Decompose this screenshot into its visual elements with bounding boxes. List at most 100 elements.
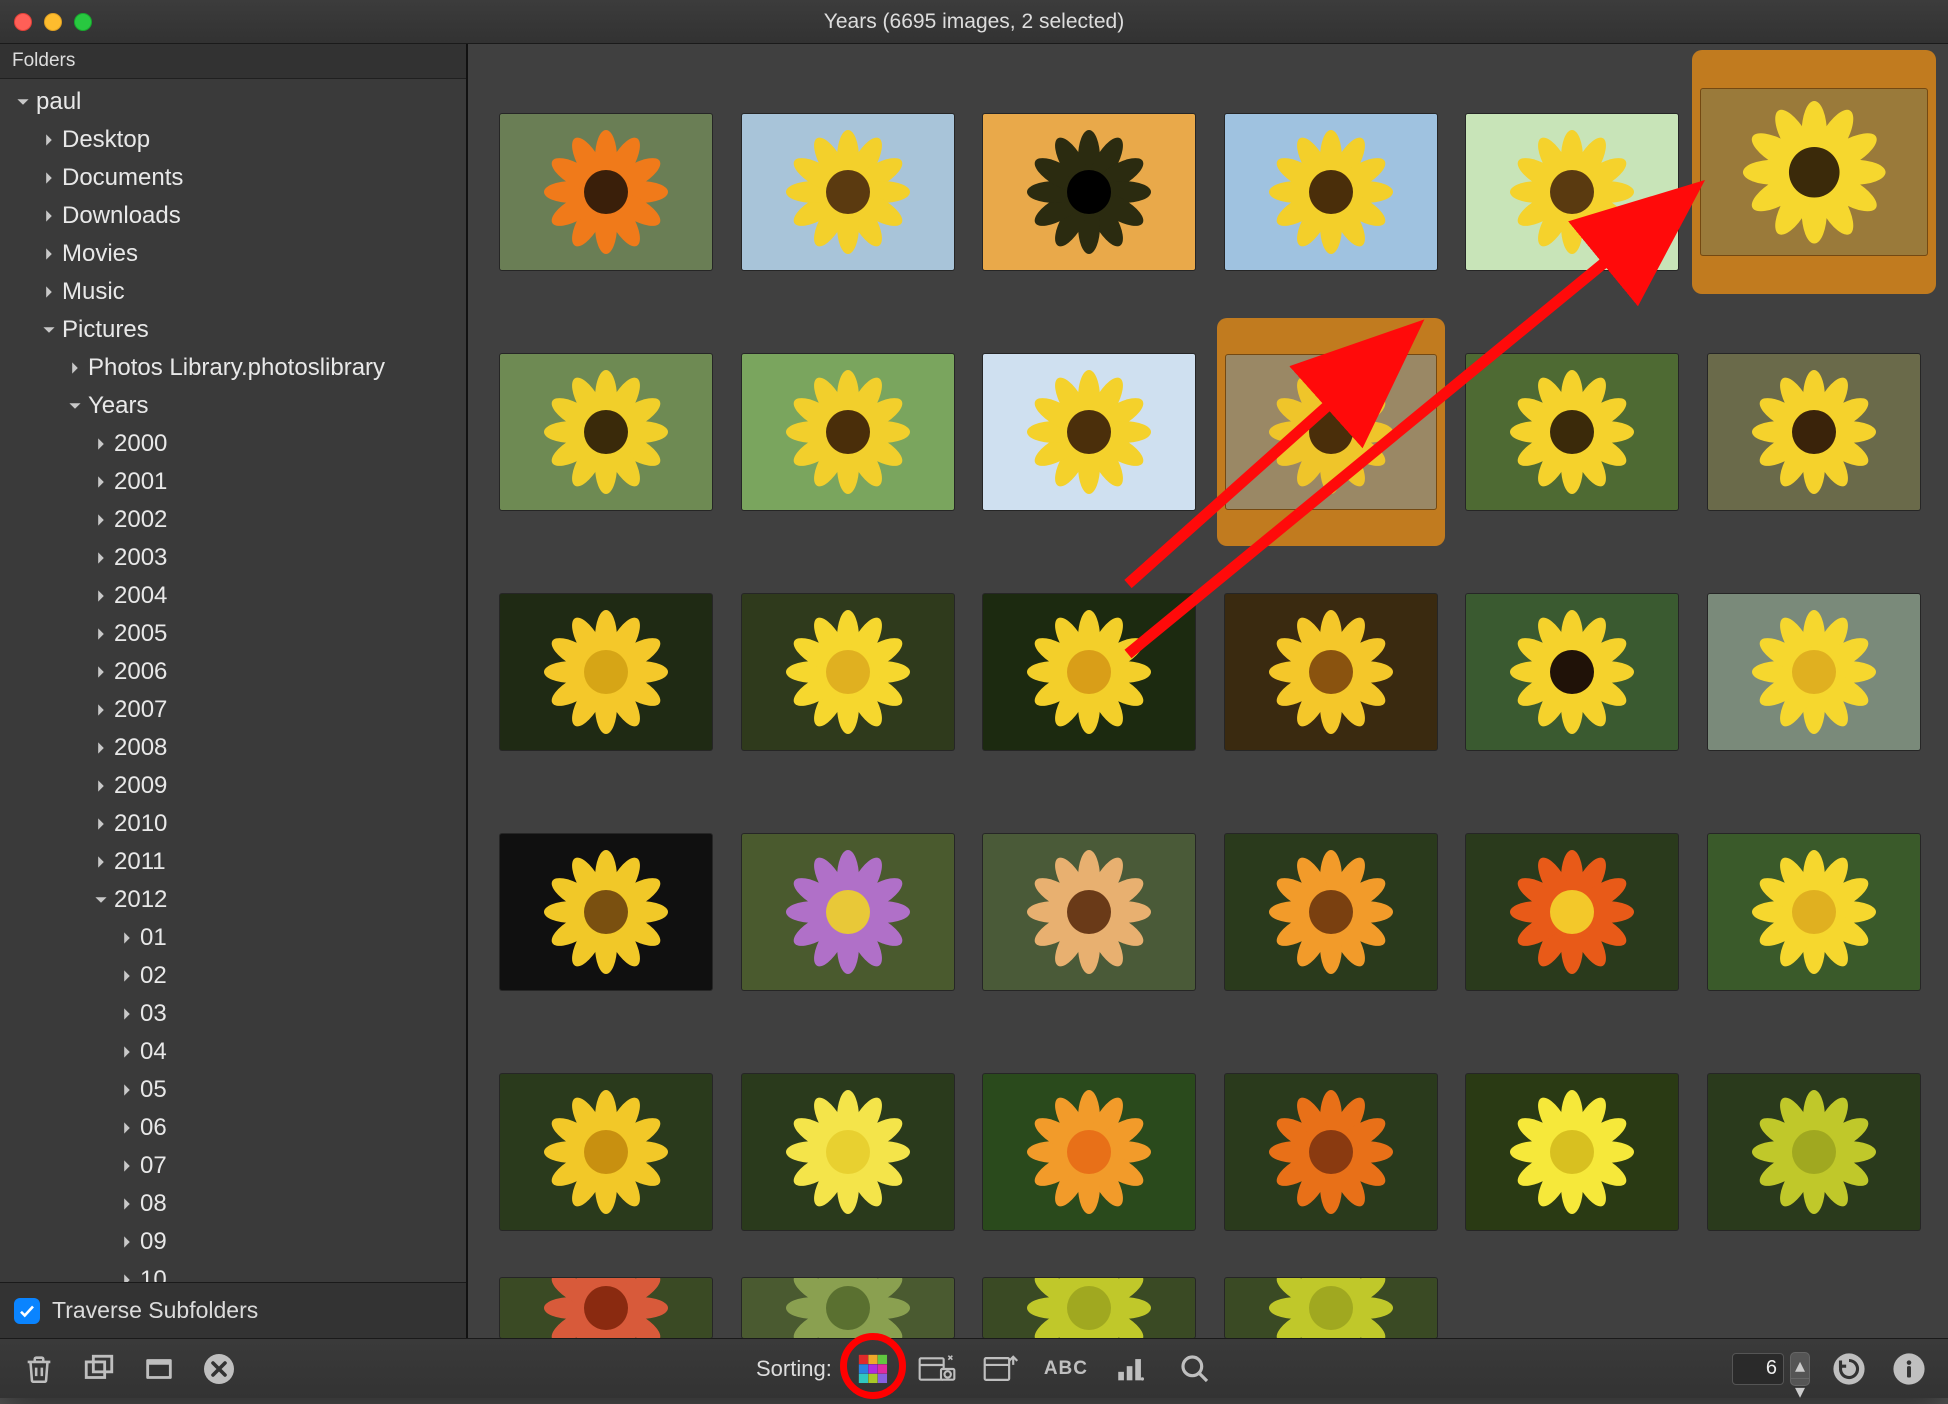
thumbnail[interactable] [1217, 78, 1445, 306]
thumbnail[interactable] [1458, 1038, 1686, 1266]
thumbnail[interactable] [492, 1038, 720, 1266]
chevron-right-icon[interactable] [92, 739, 110, 757]
chevron-right-icon[interactable] [66, 359, 84, 377]
folder-row[interactable]: Pictures [0, 311, 466, 349]
thumbnail[interactable] [492, 798, 720, 1026]
thumbnail[interactable] [492, 1278, 720, 1338]
folder-row[interactable]: 2006 [0, 653, 466, 691]
chevron-down-icon[interactable] [40, 321, 58, 339]
close-button[interactable] [14, 13, 32, 31]
chevron-right-icon[interactable] [118, 1119, 136, 1137]
chevron-right-icon[interactable] [40, 283, 58, 301]
window-single-button[interactable] [138, 1348, 180, 1390]
folder-row[interactable]: 08 [0, 1185, 466, 1223]
thumbnail[interactable] [975, 1278, 1203, 1338]
chevron-right-icon[interactable] [92, 701, 110, 719]
thumbnail[interactable] [1458, 558, 1686, 786]
folder-row[interactable]: Desktop [0, 121, 466, 159]
folder-tree[interactable]: paulDesktopDocumentsDownloadsMoviesMusic… [0, 79, 466, 1282]
chevron-right-icon[interactable] [118, 1043, 136, 1061]
chevron-right-icon[interactable] [92, 511, 110, 529]
thumbnail[interactable] [1217, 798, 1445, 1026]
chevron-right-icon[interactable] [40, 131, 58, 149]
zoom-button[interactable] [74, 13, 92, 31]
folder-row[interactable]: 10 [0, 1261, 466, 1282]
folder-row[interactable]: 2009 [0, 767, 466, 805]
thumbnail[interactable] [734, 78, 962, 306]
traverse-subfolders-checkbox[interactable] [14, 1298, 40, 1324]
thumbnail[interactable] [1217, 558, 1445, 786]
chevron-right-icon[interactable] [118, 1157, 136, 1175]
sort-name-button[interactable]: ABC [1044, 1348, 1088, 1390]
trash-button[interactable] [18, 1348, 60, 1390]
folder-row[interactable]: 2000 [0, 425, 466, 463]
folder-row[interactable]: 2003 [0, 539, 466, 577]
chevron-right-icon[interactable] [92, 853, 110, 871]
chevron-right-icon[interactable] [92, 777, 110, 795]
thumbnail[interactable] [1700, 318, 1928, 546]
folder-row[interactable]: 2001 [0, 463, 466, 501]
thumbnail[interactable] [492, 78, 720, 306]
thumbnail[interactable] [975, 1038, 1203, 1266]
folder-row[interactable]: 2004 [0, 577, 466, 615]
folder-row[interactable]: 2008 [0, 729, 466, 767]
sort-date-taken-button[interactable] [916, 1348, 958, 1390]
folder-row[interactable]: 09 [0, 1223, 466, 1261]
sort-date-modified-button[interactable] [980, 1348, 1022, 1390]
folder-row[interactable]: 2010 [0, 805, 466, 843]
thumbnail[interactable] [1217, 1278, 1445, 1338]
thumbnail[interactable] [975, 798, 1203, 1026]
minimize-button[interactable] [44, 13, 62, 31]
thumbnail[interactable] [734, 318, 962, 546]
columns-stepper[interactable]: ▴ ▾ [1790, 1352, 1810, 1386]
chevron-right-icon[interactable] [92, 549, 110, 567]
thumbnail[interactable] [1700, 798, 1928, 1026]
thumbnail[interactable] [975, 318, 1203, 546]
chevron-right-icon[interactable] [118, 1233, 136, 1251]
folder-row[interactable]: 2007 [0, 691, 466, 729]
sort-color-button[interactable] [852, 1348, 894, 1390]
thumbnail[interactable] [734, 1278, 962, 1338]
thumbnail[interactable] [1692, 50, 1936, 294]
chevron-right-icon[interactable] [40, 207, 58, 225]
chevron-right-icon[interactable] [92, 625, 110, 643]
folder-row[interactable]: 01 [0, 919, 466, 957]
chevron-right-icon[interactable] [92, 663, 110, 681]
folder-row[interactable]: Photos Library.photoslibrary [0, 349, 466, 387]
folder-row[interactable]: Music [0, 273, 466, 311]
reload-button[interactable] [1828, 1348, 1870, 1390]
folder-row[interactable]: 2005 [0, 615, 466, 653]
chevron-right-icon[interactable] [40, 169, 58, 187]
folder-row[interactable]: Downloads [0, 197, 466, 235]
chevron-right-icon[interactable] [118, 1005, 136, 1023]
thumbnail[interactable] [492, 558, 720, 786]
chevron-right-icon[interactable] [92, 815, 110, 833]
folder-row[interactable]: Years [0, 387, 466, 425]
chevron-right-icon[interactable] [118, 1081, 136, 1099]
sort-size-button[interactable] [1110, 1348, 1152, 1390]
folder-row[interactable]: 07 [0, 1147, 466, 1185]
chevron-right-icon[interactable] [118, 1195, 136, 1213]
thumbnail[interactable] [734, 558, 962, 786]
stepper-up-icon[interactable]: ▴ [1791, 1353, 1809, 1379]
folder-row[interactable]: Movies [0, 235, 466, 273]
folder-row[interactable]: Documents [0, 159, 466, 197]
folder-row[interactable]: 04 [0, 1033, 466, 1071]
folder-row[interactable]: 2012 [0, 881, 466, 919]
search-button[interactable] [1174, 1348, 1216, 1390]
chevron-right-icon[interactable] [118, 1271, 136, 1282]
thumbnail[interactable] [734, 1038, 962, 1266]
thumbnail[interactable] [975, 558, 1203, 786]
chevron-right-icon[interactable] [92, 587, 110, 605]
thumbnail[interactable] [492, 318, 720, 546]
thumbnail[interactable] [1458, 78, 1686, 306]
folder-row[interactable]: 2002 [0, 501, 466, 539]
folder-row[interactable]: 02 [0, 957, 466, 995]
thumbnail[interactable] [734, 798, 962, 1026]
thumbnail[interactable] [1700, 558, 1928, 786]
folder-row[interactable]: 03 [0, 995, 466, 1033]
columns-field[interactable]: 6 [1732, 1353, 1784, 1385]
folder-row[interactable]: paul [0, 83, 466, 121]
info-button[interactable] [1888, 1348, 1930, 1390]
chevron-right-icon[interactable] [92, 435, 110, 453]
